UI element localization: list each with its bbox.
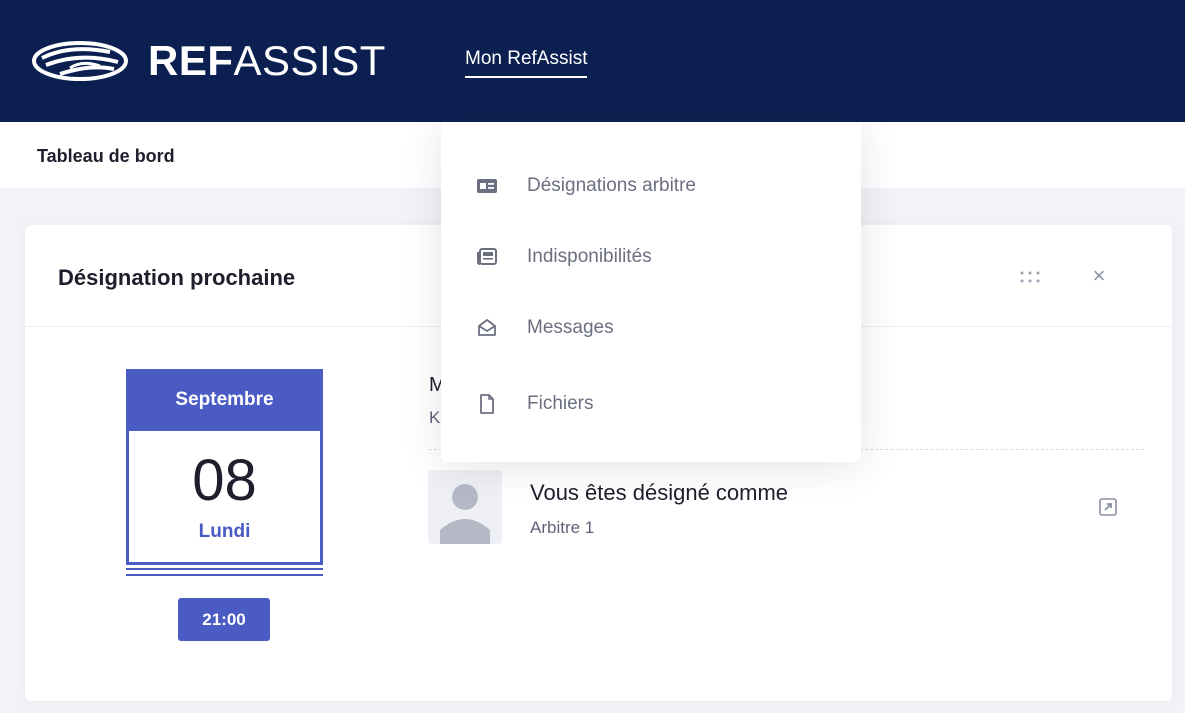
menu-item-messages[interactable]: Messages — [441, 298, 861, 358]
time-badge: 21:00 — [178, 598, 270, 641]
external-link-icon[interactable] — [1098, 497, 1118, 517]
top-navbar: REFASSIST Mon RefAssist — [0, 0, 1185, 122]
calendar-decoration — [126, 568, 323, 576]
menu-item-designations[interactable]: Désignations arbitre — [441, 156, 861, 216]
user-avatar-icon — [440, 484, 490, 544]
card-title: Désignation prochaine — [58, 265, 296, 290]
refassist-logo-icon — [32, 41, 128, 81]
menu-item-label: Fichiers — [527, 393, 594, 414]
close-icon[interactable]: × — [1088, 265, 1110, 287]
calendar-month: Septembre — [126, 369, 323, 431]
menu-item-label: Désignations arbitre — [527, 175, 696, 196]
drag-handle-icon[interactable] — [1018, 267, 1042, 287]
menu-item-indisponibilites[interactable]: Indisponibilités — [441, 227, 861, 287]
page-title: Tableau de bord — [37, 146, 175, 166]
calendar-day: 08 — [192, 448, 257, 513]
menu-item-fichiers[interactable]: Fichiers — [441, 374, 861, 434]
nav-mon-refassist[interactable]: Mon RefAssist — [465, 48, 588, 78]
logo[interactable]: REFASSIST — [30, 38, 386, 84]
calendar-body: 08 Lundi — [126, 431, 323, 565]
assignment-title: Vous êtes désigné comme — [530, 480, 789, 505]
avatar — [428, 470, 502, 544]
calendar-date: Septembre 08 Lundi — [126, 369, 323, 576]
id-card-icon — [476, 175, 498, 197]
brand-name: REFASSIST — [148, 37, 386, 84]
mon-refassist-dropdown: Désignations arbitre Indisponibilités Me… — [441, 122, 861, 462]
newspaper-icon — [476, 246, 498, 268]
envelope-open-icon — [476, 317, 498, 339]
assignment-role: Arbitre 1 — [530, 518, 595, 537]
menu-item-label: Indisponibilités — [527, 246, 652, 267]
menu-item-label: Messages — [527, 317, 614, 338]
calendar-weekday: Lundi — [198, 521, 251, 542]
file-icon — [476, 393, 498, 415]
